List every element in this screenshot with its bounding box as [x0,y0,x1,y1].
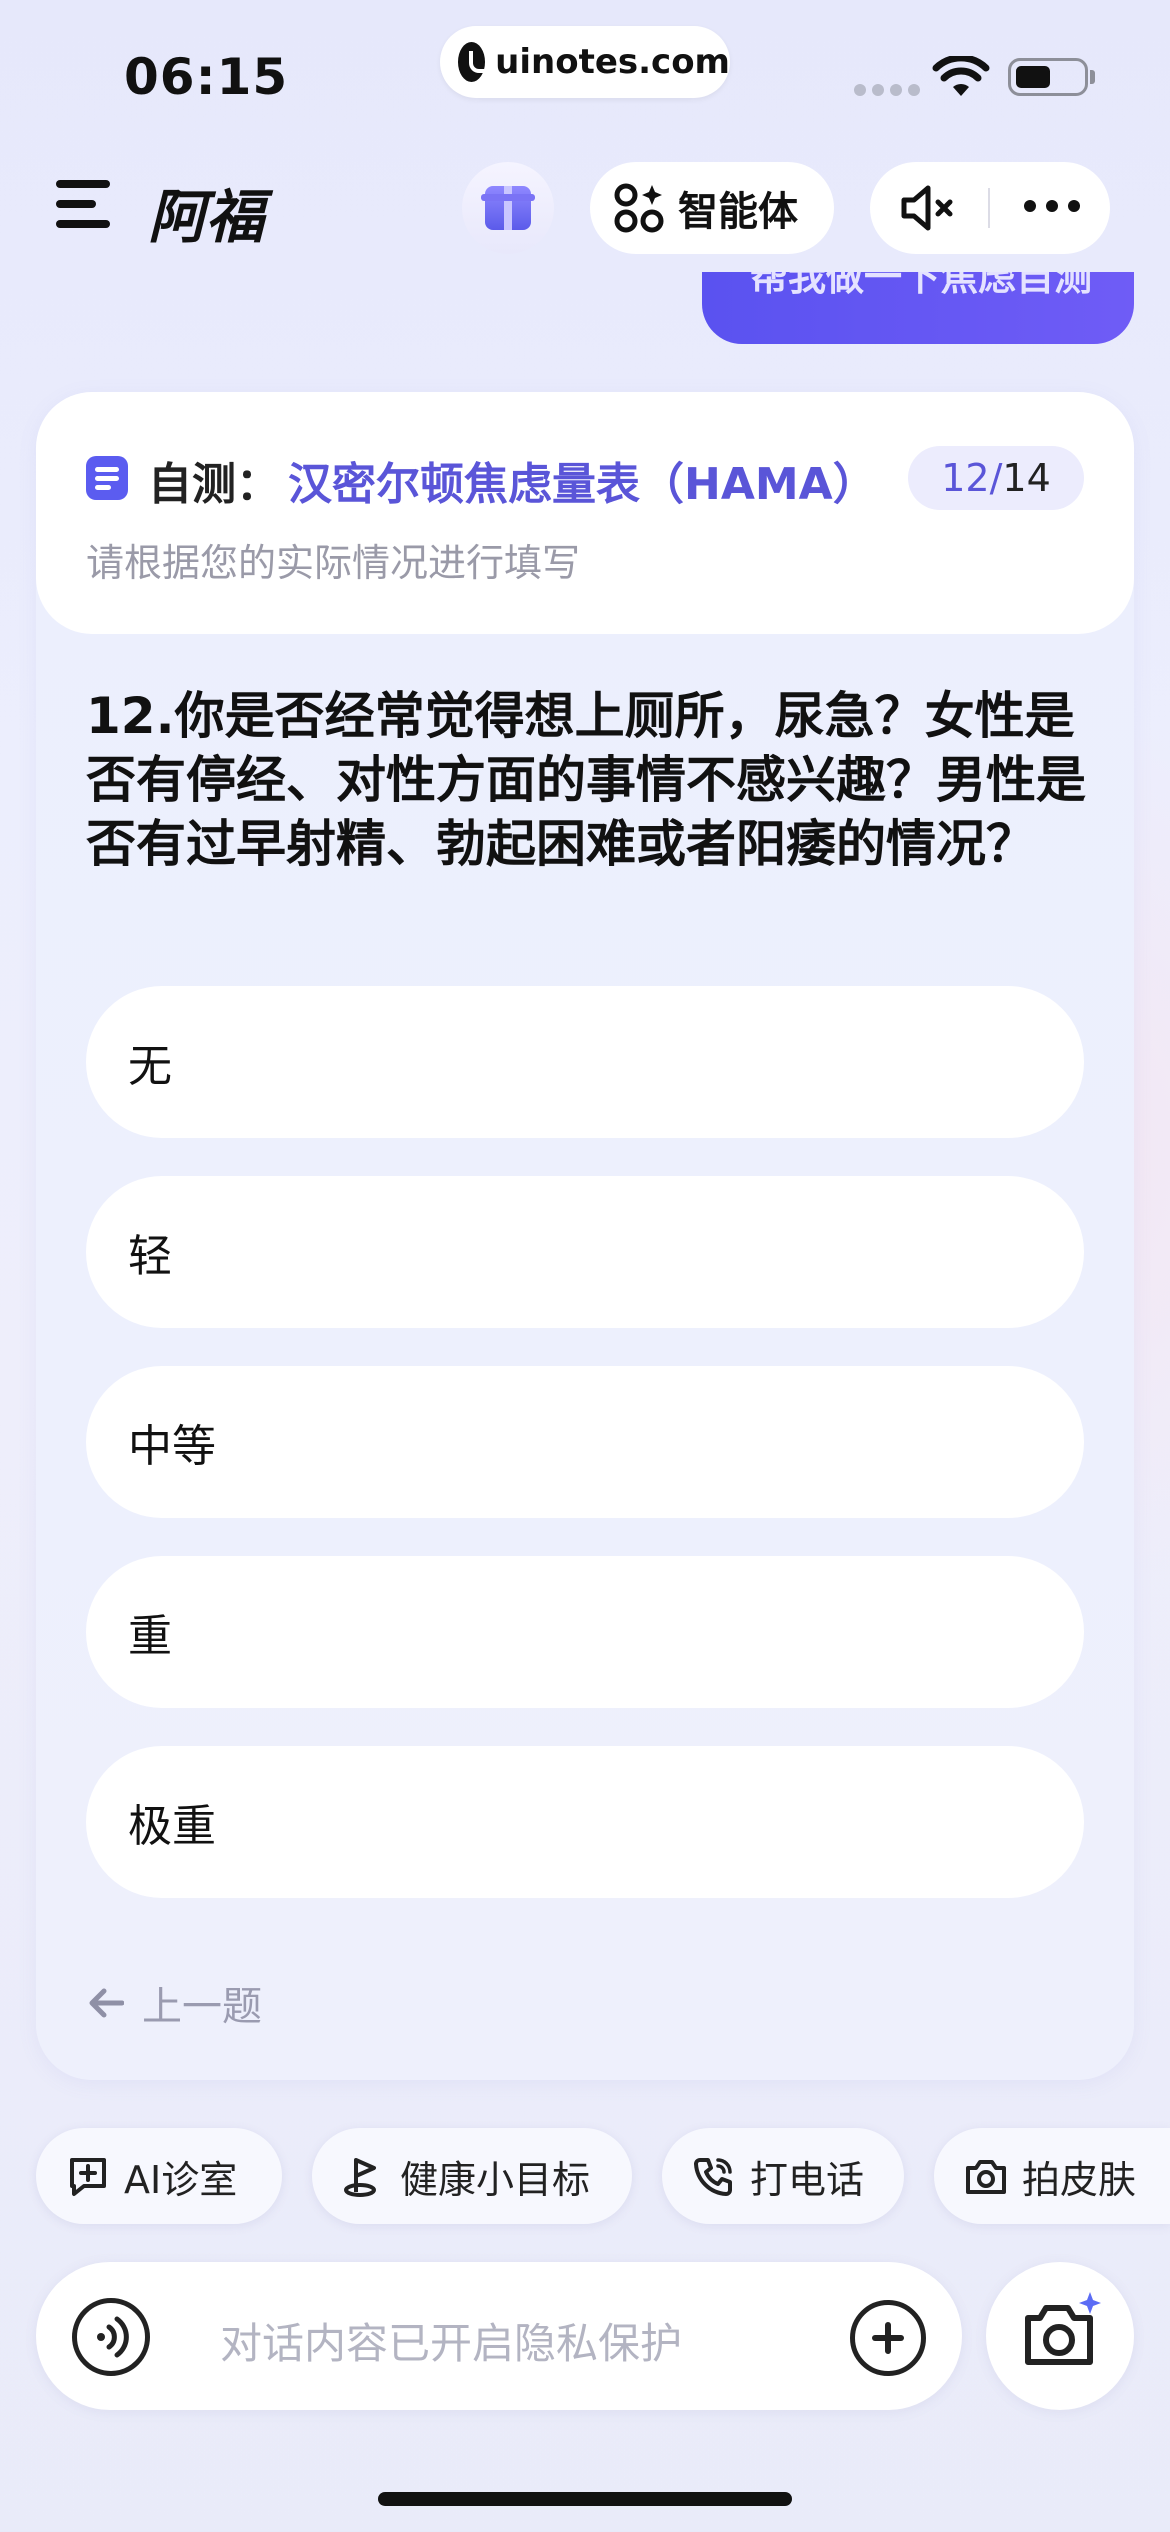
chip-label: 拍皮肤 [1022,2157,1137,2202]
gift-button[interactable] [462,162,554,254]
battery-tip [1090,70,1095,84]
flag-icon [344,2158,376,2197]
question-text: 12.你是否经常觉得想上厕所，尿急？女性是否有停经、对性方面的事情不感兴趣？男性… [86,687,1086,873]
option-button[interactable]: 重 [86,1556,1084,1708]
user-message-bubble: 帮我做一下焦虑自测 [702,272,1134,344]
chip-label: 打电话 [750,2157,865,2202]
progress-total: 14 [1002,456,1051,500]
url-text: uinotes.com [495,42,730,82]
option-button[interactable]: 极重 [86,1746,1084,1898]
more-icon[interactable] [1024,200,1080,212]
progress-separator: / [989,456,1003,500]
url-pill[interactable]: uinotes.com [440,26,730,98]
site-logo-icon [458,42,496,82]
wifi-icon [932,56,990,96]
arrow-left-icon [89,1988,124,2018]
previous-question-button[interactable]: 上一题 [88,1974,262,2032]
chat-input[interactable]: 对话内容已开启隐私保护 [220,2310,682,2371]
gift-icon [481,186,535,230]
menu-icon[interactable] [56,180,110,228]
option-button[interactable]: 中等 [86,1366,1084,1518]
option-button[interactable]: 无 [86,986,1084,1138]
survey-name: 汉密尔顿焦虑量表（HAMA） [288,459,877,510]
previous-question-label: 上一题 [142,1984,262,2030]
app-title: 阿福 [148,183,265,251]
speaker-mute-icon[interactable] [900,184,960,232]
camera-icon [966,2160,1006,2194]
agent-grid-icon [614,183,664,233]
survey-subtitle: 请根据您的实际情况进行填写 [86,541,581,585]
user-message-text: 帮我做一下焦虑自测 [750,272,1093,299]
chip-skin-photo[interactable]: 拍皮肤 [934,2128,1170,2224]
option-button[interactable]: 轻 [86,1176,1084,1328]
progress-current: 12 [941,456,990,500]
document-icon [86,456,128,500]
chat-plus-icon [70,2158,106,2196]
phone-icon [694,2158,732,2196]
voice-wave-icon [97,2316,129,2358]
camera-sparkle-icon [1025,2292,1101,2365]
progress-badge: 12/14 [908,446,1084,510]
add-attachment-button[interactable] [850,2300,926,2376]
survey-prefix: 自测： [148,459,280,510]
cellular-signal-icon [854,84,920,96]
agent-button[interactable]: 智能体 [590,162,834,254]
chip-health-goal[interactable]: 健康小目标 [312,2128,632,2224]
survey-header [36,392,1134,634]
agent-label: 智能体 [678,189,798,235]
home-indicator [378,2492,792,2506]
status-time: 06:15 [124,48,289,106]
header-divider [988,188,990,228]
battery-icon [1008,58,1088,96]
voice-input-button[interactable] [72,2298,150,2376]
chip-label: AI诊室 [124,2157,238,2202]
chip-ai-clinic[interactable]: AI诊室 [36,2128,282,2224]
camera-button[interactable] [986,2262,1134,2410]
chip-label: 健康小目标 [400,2157,591,2202]
chip-phone-call[interactable]: 打电话 [662,2128,904,2224]
